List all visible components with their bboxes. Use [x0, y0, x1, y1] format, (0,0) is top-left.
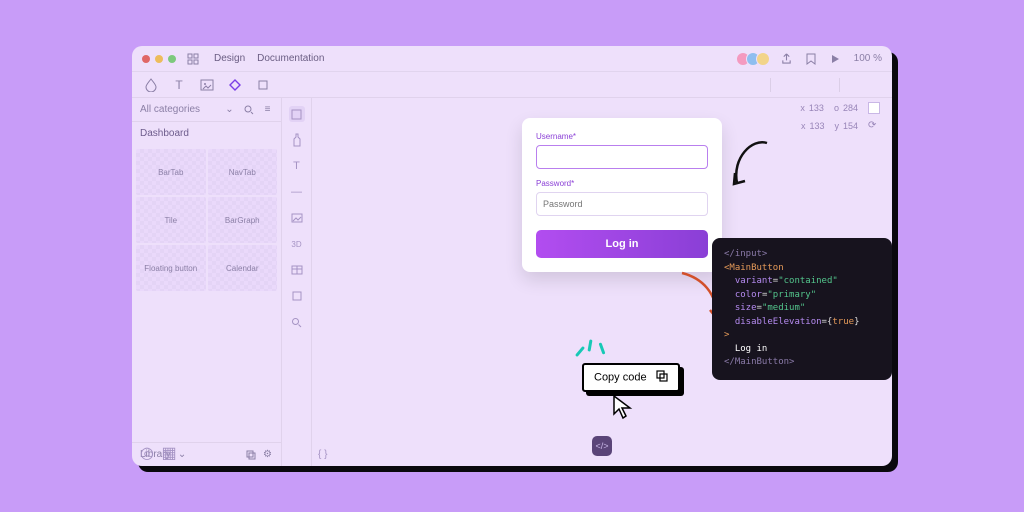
rail-image-icon[interactable]: [289, 210, 305, 226]
collaborator-avatars[interactable]: [740, 52, 770, 66]
target-icon[interactable]: ◎: [140, 446, 154, 460]
sidebar: All categories ⌄ ≡ Dashboard BarTab NavT…: [132, 98, 282, 466]
drop-icon[interactable]: [144, 78, 158, 92]
x1-value[interactable]: 133: [809, 103, 824, 113]
share-icon[interactable]: [780, 52, 794, 66]
refresh-icon[interactable]: ⟳: [868, 120, 880, 131]
avatar[interactable]: [756, 52, 770, 66]
rail-rect-tool-icon[interactable]: [289, 106, 305, 122]
minimize-window-icon[interactable]: [155, 55, 163, 63]
category-label: All categories: [140, 104, 200, 115]
list-view-icon[interactable]: ≡: [262, 104, 273, 115]
password-input[interactable]: [536, 192, 708, 216]
align-left-icon[interactable]: [710, 79, 722, 91]
zoom-level[interactable]: 100 %: [854, 53, 882, 64]
section-title: Dashboard: [132, 122, 281, 145]
code-view-icon[interactable]: </>: [592, 436, 612, 456]
arrow-icon: [727, 128, 777, 188]
component-tile[interactable]: Calendar: [208, 245, 278, 291]
rail-3d-icon[interactable]: 3D: [289, 236, 305, 252]
align-bottom-icon[interactable]: [819, 79, 831, 91]
distribute-v-icon[interactable]: [868, 79, 880, 91]
rail-table-icon[interactable]: [289, 262, 305, 278]
password-label: Password*: [536, 179, 708, 188]
text-tool-icon[interactable]: T: [172, 78, 186, 92]
title-bar: Design Documentation 100 %: [132, 46, 892, 72]
alignment-toolbar: [710, 72, 880, 98]
align-middle-icon[interactable]: [799, 79, 811, 91]
distribute-h-icon[interactable]: [848, 79, 860, 91]
gear-icon[interactable]: ⚙: [262, 449, 273, 460]
copy-code-label: Copy code: [594, 371, 647, 383]
flag-icon[interactable]: [868, 102, 880, 114]
tab-documentation[interactable]: Documentation: [257, 53, 324, 64]
login-button[interactable]: Log in: [536, 230, 708, 258]
copy-icon: [656, 370, 668, 385]
align-center-icon[interactable]: [730, 79, 742, 91]
search-icon[interactable]: [243, 104, 254, 115]
code-block: </input> <MainButton variant="contained"…: [712, 238, 892, 380]
bookmark-icon[interactable]: [804, 52, 818, 66]
frame-tool-icon[interactable]: [256, 78, 270, 92]
property-coordinates-2: x 133 y 154 ⟳: [801, 120, 880, 131]
x2-value[interactable]: 133: [809, 121, 824, 131]
component-tile[interactable]: Tile: [136, 197, 206, 243]
y2-value[interactable]: 154: [843, 121, 858, 131]
rail-bottle-icon[interactable]: [289, 132, 305, 148]
rail-square-icon[interactable]: [289, 288, 305, 304]
rail-search-icon[interactable]: [289, 314, 305, 330]
canvas[interactable]: x 133 o 284 x 133 y 154 ⟳ Username* Pass…: [312, 98, 892, 466]
chevron-down-icon[interactable]: ⌄: [177, 449, 188, 460]
align-right-icon[interactable]: [750, 79, 762, 91]
layout-grid-icon[interactable]: [186, 52, 200, 66]
close-window-icon[interactable]: [142, 55, 150, 63]
tab-design[interactable]: Design: [214, 53, 245, 64]
image-tool-icon[interactable]: [200, 78, 214, 92]
component-tile[interactable]: Floating button: [136, 245, 206, 291]
copy-code-button[interactable]: Copy code: [582, 363, 680, 392]
bracket-icon: { }: [318, 449, 327, 460]
cursor-icon: [612, 394, 634, 420]
component-tile[interactable]: BarTab: [136, 149, 206, 195]
chevron-down-icon[interactable]: ⌄: [224, 104, 235, 115]
rail-text-icon[interactable]: T: [289, 158, 305, 174]
window-footer-icons: ◎ ▦: [140, 446, 176, 460]
component-tile[interactable]: NavTab: [208, 149, 278, 195]
category-selector[interactable]: All categories ⌄ ≡: [132, 98, 281, 122]
window-controls: [142, 55, 176, 63]
username-input[interactable]: [536, 145, 708, 169]
property-coordinates: x 133 o 284: [800, 102, 880, 114]
username-label: Username*: [536, 132, 708, 141]
component-tool-icon[interactable]: [228, 78, 242, 92]
play-icon[interactable]: [828, 52, 842, 66]
y1-value[interactable]: 284: [843, 103, 858, 113]
tool-rail: T — 3D: [282, 98, 312, 466]
rail-line-icon[interactable]: —: [289, 184, 305, 200]
copy-small-icon[interactable]: [245, 449, 256, 460]
login-card: Username* Password* Log in: [522, 118, 722, 272]
fullscreen-window-icon[interactable]: [168, 55, 176, 63]
grid-small-icon[interactable]: ▦: [162, 446, 176, 460]
component-tile[interactable]: BarGraph: [208, 197, 278, 243]
align-top-icon[interactable]: [779, 79, 791, 91]
app-window: Design Documentation 100 % T All catego: [132, 46, 892, 466]
